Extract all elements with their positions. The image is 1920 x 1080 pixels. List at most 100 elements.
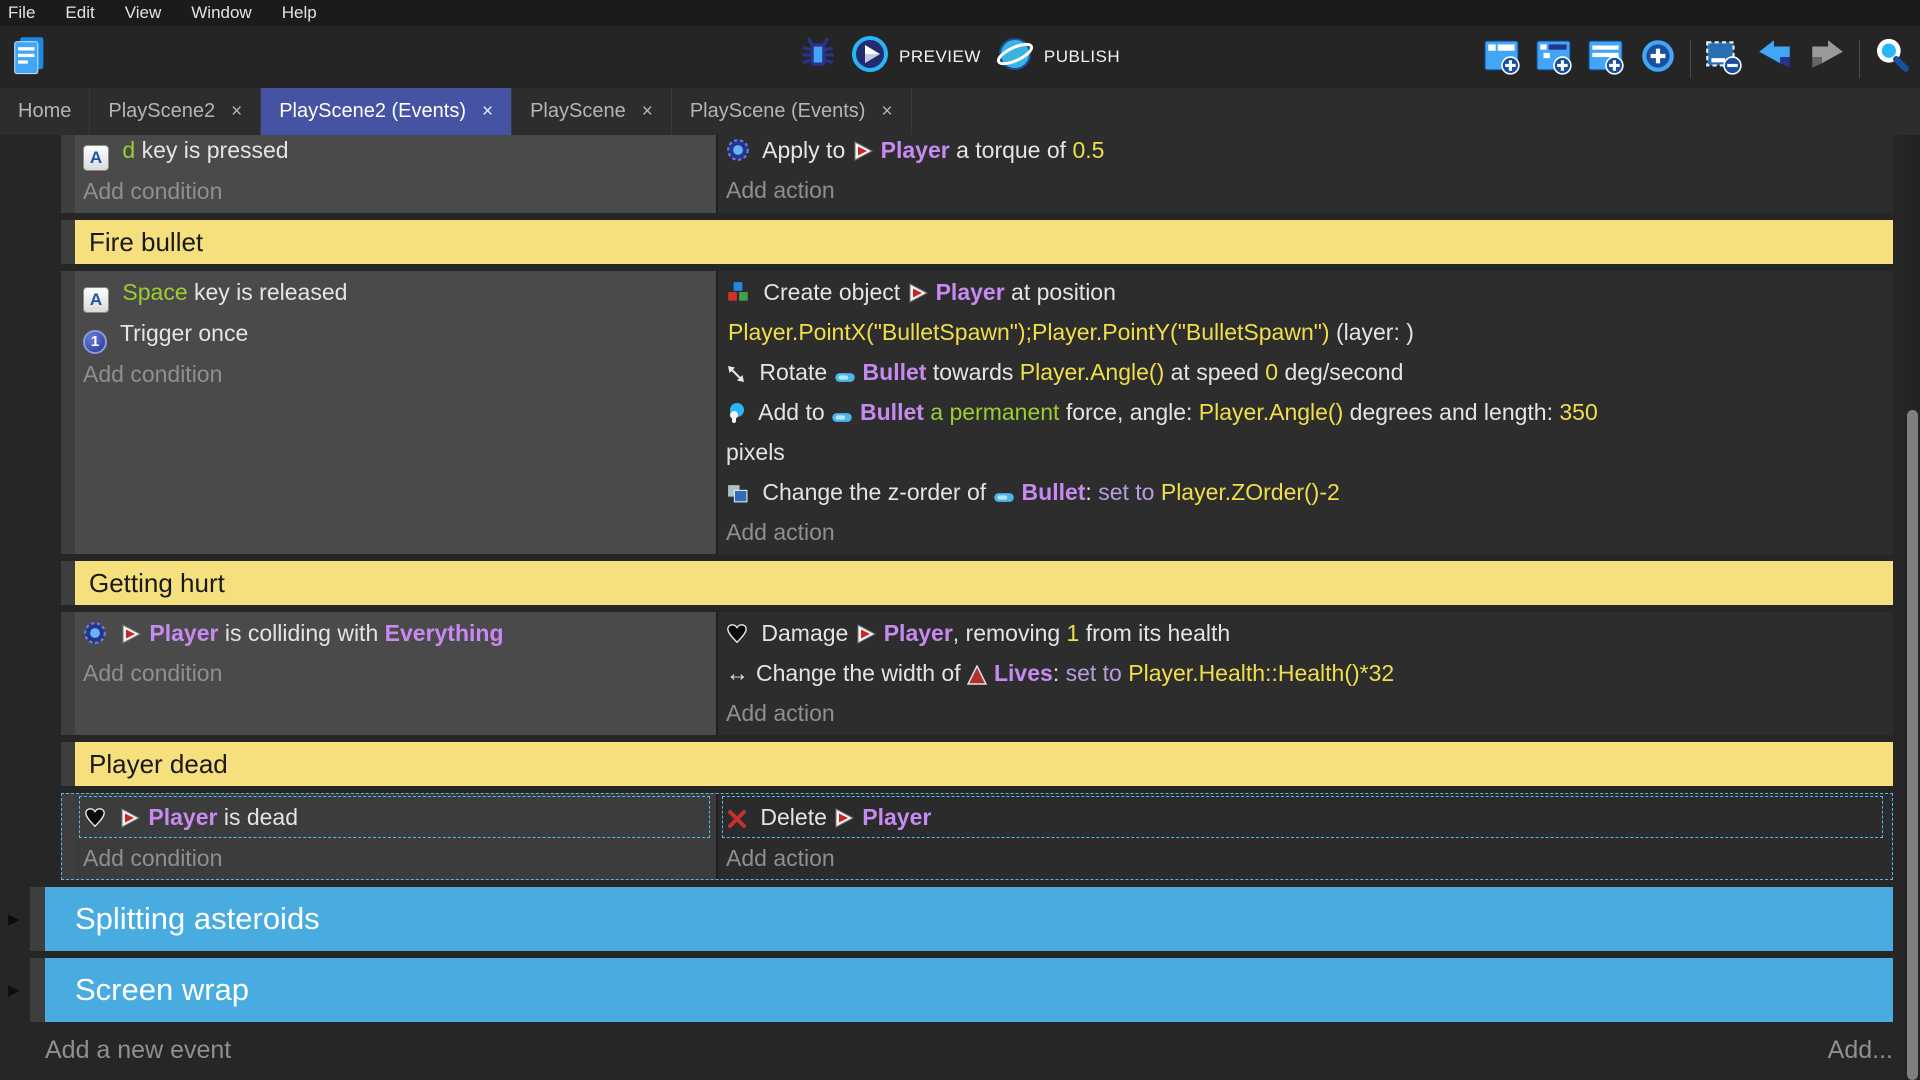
event-row-torque: A d key is pressed Add condition Apply t…	[61, 135, 1893, 213]
player-ship-icon	[852, 140, 874, 162]
tab-label: PlayScene2 (Events)	[279, 100, 466, 123]
action-delete-player[interactable]: Delete Player	[727, 797, 1878, 837]
publish-label: PUBLISH	[1044, 47, 1120, 67]
add-comment-icon[interactable]	[1586, 36, 1626, 81]
tab-playscene-events[interactable]: PlayScene (Events) ×	[672, 88, 912, 135]
tab-playscene[interactable]: PlayScene ×	[512, 88, 672, 135]
add-action-link[interactable]: Add action	[726, 838, 1883, 878]
value: 350	[1559, 399, 1597, 425]
value: 1	[1067, 620, 1080, 646]
event-gutter[interactable]	[61, 271, 75, 554]
condition-collision[interactable]: Player is colliding with Everything	[83, 613, 710, 653]
actions-cell[interactable]: Delete Player Add action	[718, 793, 1893, 880]
text-fragment: Rotate	[759, 359, 833, 385]
add-subevent-icon[interactable]	[1534, 36, 1574, 81]
conditions-cell[interactable]: Player is colliding with Everything Add …	[75, 612, 718, 735]
menu-help[interactable]: Help	[282, 3, 317, 23]
player-ship-icon	[119, 807, 141, 829]
scrollbar-thumb[interactable]	[1907, 410, 1918, 1080]
group-title: Screen wrap	[45, 958, 1893, 1022]
add-condition-link[interactable]: Add condition	[83, 354, 710, 394]
menu-view[interactable]: View	[125, 3, 162, 23]
value: 0.5	[1072, 137, 1104, 163]
add-condition-link[interactable]: Add condition	[83, 171, 710, 211]
physics-icon	[83, 621, 107, 645]
text-fragment: from its health	[1079, 620, 1230, 646]
undo-icon[interactable]	[1755, 36, 1795, 81]
condition-key-pressed[interactable]: A d key is pressed	[83, 135, 710, 171]
expand-arrow-icon[interactable]: ▶	[8, 981, 20, 999]
action-rotate-bullet[interactable]: Rotate Bullet towards Player.Angle() at …	[726, 352, 1883, 392]
menu-window[interactable]: Window	[191, 3, 251, 23]
redo-icon[interactable]	[1807, 36, 1847, 81]
event-gutter[interactable]	[61, 135, 75, 213]
tab-playscene2-events[interactable]: PlayScene2 (Events) ×	[261, 88, 512, 135]
action-add-force[interactable]: Add to Bullet a permanent force, angle: …	[726, 392, 1883, 432]
expand-arrow-icon[interactable]: ▶	[8, 910, 20, 928]
search-icon[interactable]	[1872, 36, 1912, 81]
tab-home[interactable]: Home	[0, 88, 90, 135]
action-add-force-wrap[interactable]: pixels	[726, 432, 1883, 472]
conditions-cell[interactable]: Player is dead Add condition	[75, 793, 718, 880]
actions-cell[interactable]: Apply to Player a torque of 0.5 Add acti…	[718, 135, 1893, 213]
action-create-object-position[interactable]: Player.PointX("BulletSpawn");Player.Poin…	[726, 312, 1883, 352]
remove-selection-icon[interactable]	[1703, 36, 1743, 81]
add-condition-link[interactable]: Add condition	[83, 653, 710, 693]
text-fragment: (layer: )	[1330, 319, 1414, 345]
add-new-event-link[interactable]: Add a new event	[45, 1030, 231, 1070]
actions-cell[interactable]: Create object Player at position Player.…	[718, 271, 1893, 554]
preview-button[interactable]: PREVIEW	[850, 34, 981, 79]
text-fragment: pixels	[726, 439, 785, 465]
group-header-fire-bullet[interactable]: Fire bullet	[61, 220, 1893, 264]
tab-close-icon[interactable]: ×	[231, 101, 242, 123]
group-header-screen-wrap[interactable]: ▶ Screen wrap	[30, 958, 1893, 1022]
events-sheet: A d key is pressed Add condition Apply t…	[0, 135, 1920, 1080]
action-apply-torque[interactable]: Apply to Player a torque of 0.5	[726, 135, 1883, 170]
add-more-link[interactable]: Add...	[1828, 1030, 1893, 1070]
actions-cell[interactable]: Damage Player, removing 1 from its healt…	[718, 612, 1893, 735]
action-change-width[interactable]: ↔Change the width of Lives: set to Playe…	[726, 653, 1883, 693]
text-fragment: is colliding with	[218, 620, 384, 646]
group-header-getting-hurt[interactable]: Getting hurt	[61, 561, 1893, 605]
add-action-link[interactable]: Add action	[726, 693, 1883, 733]
action-create-object[interactable]: Create object Player at position	[726, 272, 1883, 312]
event-row-getting-hurt: Player is colliding with Everything Add …	[61, 612, 1893, 735]
add-condition-link[interactable]: Add condition	[83, 838, 710, 878]
event-gutter[interactable]	[61, 793, 75, 880]
project-manager-icon[interactable]	[10, 34, 48, 83]
event-gutter	[61, 742, 75, 786]
conditions-cell[interactable]: A Space key is released 1 Trigger once A…	[75, 271, 718, 554]
text-fragment: at position	[1005, 279, 1116, 305]
physics-icon	[726, 138, 750, 162]
add-force-icon	[726, 402, 746, 424]
debug-icon[interactable]	[800, 34, 836, 79]
tab-playscene2[interactable]: PlayScene2 ×	[90, 88, 261, 135]
tab-close-icon[interactable]: ×	[482, 101, 493, 123]
tab-close-icon[interactable]: ×	[881, 101, 892, 123]
expression: Player.Health::Health()*32	[1128, 660, 1394, 686]
condition-player-dead[interactable]: Player is dead	[84, 797, 705, 837]
condition-key-released[interactable]: A Space key is released	[83, 272, 710, 313]
object-name: Lives	[994, 660, 1053, 686]
group-title: Splitting asteroids	[45, 887, 1893, 951]
action-damage-player[interactable]: Damage Player, removing 1 from its healt…	[726, 613, 1883, 653]
menu-edit[interactable]: Edit	[65, 3, 94, 23]
group-gutter	[30, 958, 45, 1022]
action-zorder[interactable]: Change the z-order of Bullet: set to Pla…	[726, 472, 1883, 512]
publish-button[interactable]: PUBLISH	[995, 34, 1120, 79]
text-fragment: :	[1053, 660, 1066, 686]
add-action-link[interactable]: Add action	[726, 512, 1883, 552]
menu-file[interactable]: File	[8, 3, 35, 23]
key-name: Space	[122, 279, 187, 305]
tab-close-icon[interactable]: ×	[642, 101, 653, 123]
group-header-splitting-asteroids[interactable]: ▶ Splitting asteroids	[30, 887, 1893, 951]
z-order-icon	[726, 483, 749, 504]
text-fragment: key is released	[188, 279, 348, 305]
add-circle-icon[interactable]	[1638, 36, 1678, 81]
add-action-link[interactable]: Add action	[726, 170, 1883, 210]
event-gutter[interactable]	[61, 612, 75, 735]
group-header-player-dead[interactable]: Player dead	[61, 742, 1893, 786]
conditions-cell[interactable]: A d key is pressed Add condition	[75, 135, 718, 213]
add-event-icon[interactable]	[1482, 36, 1522, 81]
condition-trigger-once[interactable]: 1 Trigger once	[83, 313, 710, 354]
